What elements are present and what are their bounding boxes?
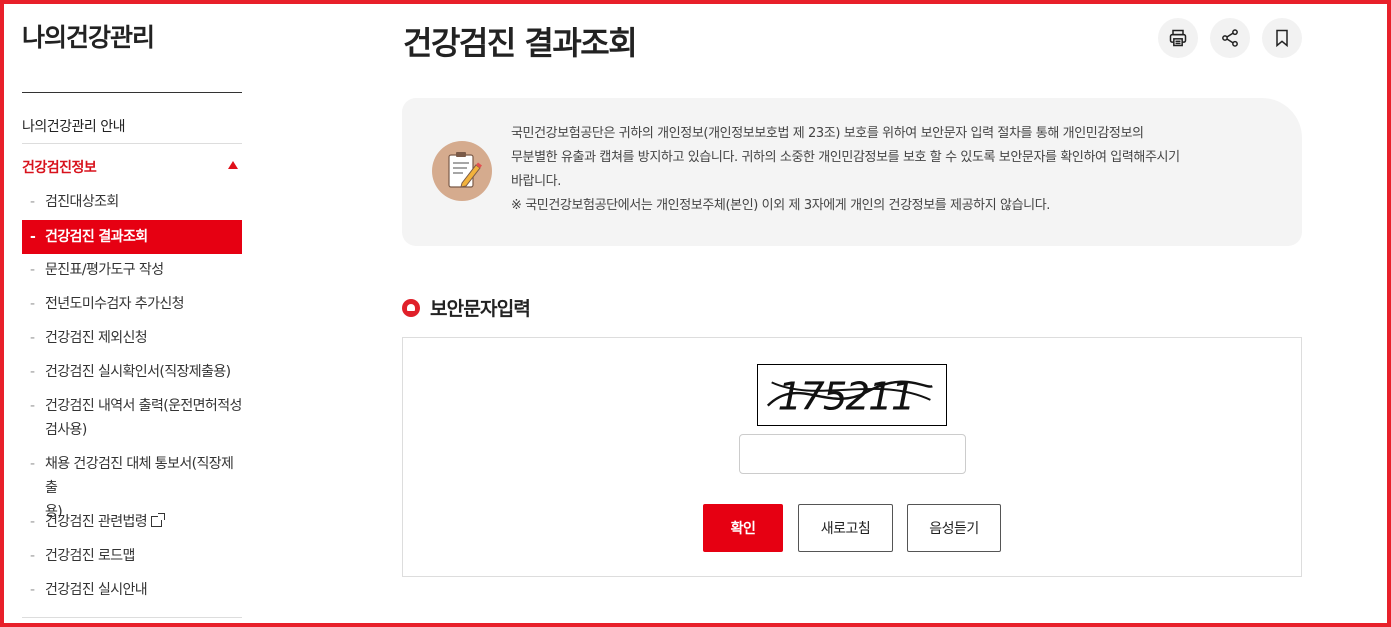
sidebar-item-guide[interactable]: 나의건강관리 안내	[22, 116, 242, 144]
external-link-icon	[151, 513, 166, 527]
sidebar-item-history-print[interactable]: - 건강검진 내역서 출력(운전면허적성 검사용)	[22, 394, 242, 442]
confirm-button[interactable]: 확인	[703, 504, 783, 552]
security-section-title: 보안문자입력	[402, 294, 531, 321]
sidebar-item-related-laws[interactable]: - 건강검진 관련법령	[22, 510, 242, 534]
sidebar-item-roadmap[interactable]: - 건강검진 로드맵	[22, 544, 242, 568]
sidebar-item-additional-request[interactable]: - 전년도미수검자 추가신청	[22, 292, 242, 316]
notice-text: 국민건강보험공단은 귀하의 개인정보(개인정보보호법 제 23조) 보호를 위하…	[511, 126, 1180, 213]
sidebar: 나의건강관리 나의건강관리 안내 건강검진정보 - 검진대상조회 - 건강검진 결과…	[22, 0, 242, 627]
sidebar-bottom-divider	[22, 617, 242, 618]
share-icon	[1222, 29, 1238, 47]
dash-icon: -	[30, 364, 35, 380]
collapse-arrow-icon[interactable]	[228, 161, 238, 169]
sidebar-divider	[22, 92, 242, 93]
sidebar-item-exclusion-request[interactable]: - 건강검진 제외신청	[22, 326, 242, 350]
audio-button[interactable]: 음성듣기	[907, 504, 1001, 552]
clipboard-pencil-icon	[432, 141, 492, 201]
sidebar-item-questionnaire[interactable]: - 문진표/평가도구 작성	[22, 258, 242, 282]
heart-badge-icon	[402, 298, 420, 317]
page-title: 건강검진 결과조회	[403, 24, 638, 62]
dash-icon: -	[30, 296, 35, 312]
dash-icon: -	[30, 262, 35, 278]
bookmark-icon	[1276, 29, 1288, 48]
print-button[interactable]	[1158, 18, 1198, 58]
captcha-image: 175211	[757, 364, 947, 426]
share-button[interactable]	[1210, 18, 1250, 58]
sidebar-section-checkup-info[interactable]: 건강검진정보	[22, 157, 242, 177]
sidebar-item-target-lookup[interactable]: - 검진대상조회	[22, 190, 242, 214]
dash-icon: -	[30, 548, 35, 564]
bookmark-button[interactable]	[1262, 18, 1302, 58]
dash-icon: -	[30, 456, 35, 472]
sidebar-item-guide-info[interactable]: - 건강검진 실시안내	[22, 578, 242, 602]
print-icon	[1169, 29, 1187, 47]
dash-icon: -	[30, 229, 36, 245]
refresh-button[interactable]: 새로고침	[798, 504, 893, 552]
captcha-input[interactable]	[739, 434, 966, 474]
dash-icon: -	[30, 398, 35, 414]
dash-icon: -	[30, 194, 35, 210]
sidebar-title: 나의건강관리	[22, 23, 155, 52]
dash-icon: -	[30, 582, 35, 598]
captcha-panel: 175211 확인 새로고침 음성듣기	[402, 337, 1302, 577]
sidebar-item-confirmation[interactable]: - 건강검진 실시확인서(직장제출용)	[22, 360, 242, 384]
dash-icon: -	[30, 330, 35, 346]
privacy-notice: 국민건강보험공단은 귀하의 개인정보(개인정보보호법 제 23조) 보호를 위하…	[402, 98, 1302, 246]
sidebar-item-result-lookup[interactable]: - 건강검진 결과조회	[22, 220, 242, 254]
sidebar-section-label: 건강검진정보	[22, 160, 97, 176]
dash-icon: -	[30, 514, 35, 530]
